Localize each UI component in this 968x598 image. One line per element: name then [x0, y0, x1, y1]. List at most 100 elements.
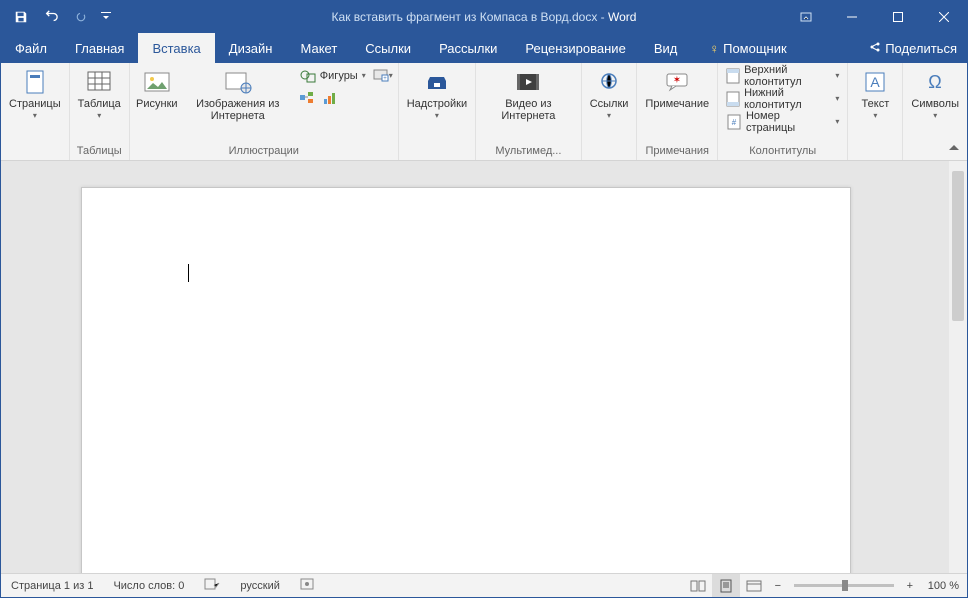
word-count[interactable]: Число слов: 0	[103, 574, 194, 597]
undo-button[interactable]	[37, 3, 65, 31]
close-button[interactable]	[921, 1, 967, 33]
ribbon-tab-row: Файл Главная Вставка Дизайн Макет Ссылки…	[1, 33, 967, 63]
macro-icon	[300, 578, 314, 593]
qat-customize-button[interactable]	[97, 3, 115, 31]
tab-review[interactable]: Рецензирование	[511, 33, 639, 63]
table-button[interactable]: Таблица ▾	[74, 65, 125, 120]
online-video-button[interactable]: Видео из Интернета	[480, 65, 577, 122]
comment-icon: ✶	[661, 68, 693, 96]
status-right: − + 100 %	[684, 574, 967, 597]
status-bar: Страница 1 из 1 Число слов: 0 русский − …	[1, 573, 967, 597]
zoom-out-button[interactable]: −	[768, 580, 788, 592]
omega-icon: Ω	[919, 68, 951, 96]
tab-references[interactable]: Ссылки	[351, 33, 425, 63]
pictures-button[interactable]: Рисунки	[134, 65, 180, 110]
group-media: Видео из Интернета Мультимед...	[476, 63, 582, 160]
zoom-in-button[interactable]: +	[900, 580, 920, 592]
title-bar: Как вставить фрагмент из Компаса в Ворд.…	[1, 1, 967, 33]
zoom-level[interactable]: 100 %	[920, 580, 967, 592]
smartart-button[interactable]	[296, 88, 318, 110]
screenshot-button[interactable]: +▾	[372, 65, 394, 87]
chevron-down-icon: ▾	[435, 111, 439, 120]
text-cursor	[188, 264, 189, 282]
zoom-slider-handle[interactable]	[842, 580, 848, 591]
lightbulb-icon: ♀	[709, 41, 719, 56]
addins-button[interactable]: Надстройки ▾	[403, 65, 471, 120]
ribbon-display-options-button[interactable]	[783, 1, 829, 33]
link-icon	[593, 68, 625, 96]
svg-text:✶: ✶	[673, 75, 681, 86]
save-button[interactable]	[7, 3, 35, 31]
text-button[interactable]: A Текст ▾	[852, 65, 898, 120]
page-number-button[interactable]: # Номер страницы▾	[722, 111, 843, 133]
quick-access-toolbar	[1, 3, 115, 31]
svg-text:Ω: Ω	[928, 72, 941, 92]
online-pictures-button[interactable]: Изображения из Интернета	[182, 65, 294, 122]
picture-icon	[141, 68, 173, 96]
print-layout-button[interactable]	[712, 574, 740, 597]
tab-file[interactable]: Файл	[1, 33, 61, 63]
group-pages: Страницы ▾	[1, 63, 70, 160]
zoom-slider[interactable]	[794, 584, 894, 587]
macro-button[interactable]	[290, 574, 324, 597]
share-icon	[869, 41, 881, 56]
collapse-ribbon-button[interactable]	[945, 139, 963, 157]
tell-me-button[interactable]: ♀ Помощник	[695, 33, 800, 63]
redo-button[interactable]	[67, 3, 95, 31]
spellcheck-icon	[204, 577, 220, 594]
maximize-button[interactable]	[875, 1, 921, 33]
tab-home[interactable]: Главная	[61, 33, 138, 63]
tab-layout[interactable]: Макет	[286, 33, 351, 63]
chevron-down-icon: ▾	[933, 111, 937, 120]
chevron-down-icon: ▾	[97, 111, 101, 120]
footer-icon	[726, 91, 740, 107]
ribbon: Страницы ▾ Таблица ▾ Таблицы Рисунки	[1, 63, 967, 161]
minimize-button[interactable]	[829, 1, 875, 33]
tab-insert[interactable]: Вставка	[138, 33, 214, 63]
web-layout-button[interactable]	[740, 574, 768, 597]
page-count[interactable]: Страница 1 из 1	[1, 574, 103, 597]
read-mode-button[interactable]	[684, 574, 712, 597]
spellcheck-button[interactable]	[194, 574, 230, 597]
app-name: Word	[608, 10, 636, 24]
document-page[interactable]	[81, 187, 851, 573]
share-button[interactable]: Поделиться	[859, 33, 967, 63]
footer-button[interactable]: Нижний колонтитул▾	[722, 88, 843, 110]
screenshot-icon: +	[373, 68, 389, 85]
svg-text:+: +	[383, 76, 387, 82]
window-controls	[783, 1, 967, 33]
header-button[interactable]: Верхний колонтитул▾	[722, 65, 843, 87]
tab-mailings[interactable]: Рассылки	[425, 33, 511, 63]
illus-small-col1: Фигуры▾	[296, 65, 370, 110]
svg-text:A: A	[871, 74, 881, 90]
table-icon	[83, 68, 115, 96]
scrollbar-thumb[interactable]	[952, 171, 964, 321]
smartart-icon	[299, 91, 315, 108]
window-title: Как вставить фрагмент из Компаса в Ворд.…	[332, 10, 637, 24]
chart-button[interactable]	[319, 88, 341, 110]
pages-button[interactable]: Страницы ▾	[5, 65, 65, 120]
document-area	[1, 161, 967, 573]
pagenum-icon: #	[726, 114, 742, 130]
header-icon	[726, 68, 740, 84]
online-picture-icon	[222, 68, 254, 96]
group-illustrations: Рисунки Изображения из Интернета Фигуры▾	[130, 63, 399, 160]
group-text: A Текст ▾	[848, 63, 903, 160]
shapes-icon	[300, 68, 316, 84]
vertical-scrollbar[interactable]	[949, 161, 967, 573]
group-comments: ✶ Примечание Примечания	[637, 63, 718, 160]
tab-design[interactable]: Дизайн	[215, 33, 287, 63]
group-tables: Таблица ▾ Таблицы	[70, 63, 130, 160]
language-button[interactable]: русский	[230, 574, 289, 597]
tab-view[interactable]: Вид	[640, 33, 692, 63]
document-name: Как вставить фрагмент из Компаса в Ворд.…	[332, 10, 598, 24]
group-links: Ссылки ▾	[582, 63, 638, 160]
app-window: Как вставить фрагмент из Компаса в Ворд.…	[0, 0, 968, 598]
chevron-down-icon: ▾	[33, 111, 37, 120]
textbox-icon: A	[859, 68, 891, 96]
links-button[interactable]: Ссылки ▾	[586, 65, 633, 120]
symbols-button[interactable]: Ω Символы ▾	[907, 65, 963, 120]
comment-button[interactable]: ✶ Примечание	[641, 65, 713, 110]
chevron-down-icon: ▾	[607, 111, 611, 120]
shapes-button[interactable]: Фигуры▾	[296, 65, 370, 87]
